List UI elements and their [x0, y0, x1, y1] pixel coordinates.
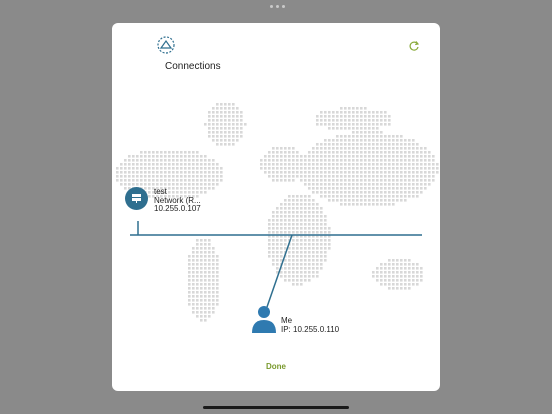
server-icon — [132, 194, 141, 203]
server-ip: 10.255.0.107 — [154, 204, 201, 213]
person-icon[interactable] — [251, 304, 277, 334]
server-info: test Network (R... 10.255.0.107 — [154, 187, 201, 214]
me-ip: IP: 10.255.0.110 — [281, 325, 340, 334]
me-link-line — [266, 234, 293, 308]
window-grabber — [270, 5, 285, 8]
home-indicator — [203, 406, 349, 409]
refresh-icon[interactable] — [408, 40, 420, 52]
connections-sheet: Connections test Network (R... 10.255.0.… — [112, 23, 440, 391]
me-info: Me IP: 10.255.0.110 — [281, 316, 339, 334]
connections-icon — [157, 36, 175, 54]
server-node[interactable] — [125, 187, 148, 210]
done-button[interactable]: Done — [112, 362, 440, 371]
page-title: Connections — [165, 61, 221, 72]
me-name: Me — [281, 316, 293, 325]
